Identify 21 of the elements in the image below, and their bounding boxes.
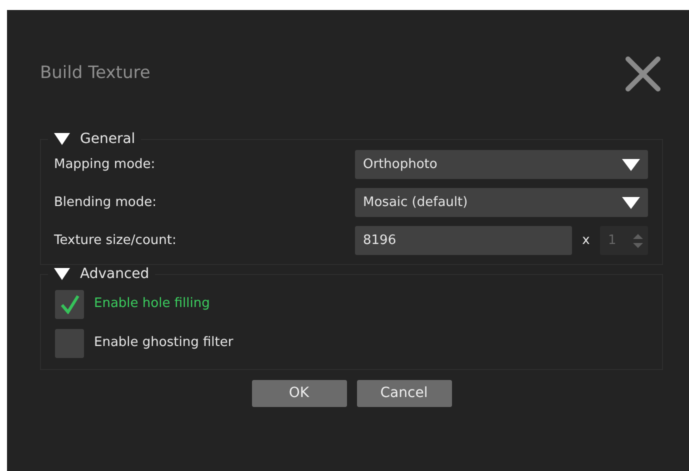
checkbox-label: Enable ghosting filter [94, 334, 234, 352]
dialog-title: Build Texture [40, 62, 150, 86]
checkbox[interactable] [55, 290, 84, 318]
text-field[interactable]: 8196 [355, 226, 572, 255]
field-label: Texture size/count: [54, 232, 178, 250]
field-label: Blending mode: [54, 194, 158, 212]
field-label: Mapping mode: [54, 156, 156, 174]
group-title: General [80, 130, 136, 148]
group-title: Advanced [80, 265, 150, 283]
checkbox-label: Enable hole filling [94, 295, 210, 314]
dropdown[interactable]: Orthophoto [355, 150, 648, 179]
ok-button[interactable]: OK [252, 380, 346, 407]
expand-toggle-icon[interactable] [54, 268, 70, 280]
close-button[interactable] [623, 54, 663, 94]
dropdown-arrow-icon [622, 196, 640, 208]
dropdown[interactable]: Mosaic (default) [355, 188, 648, 217]
dropdown-arrow-icon [622, 158, 640, 170]
cancel-button[interactable]: Cancel [356, 380, 452, 407]
multiply-label: x [581, 232, 591, 250]
expand-toggle-icon[interactable] [54, 133, 70, 145]
checkbox[interactable] [55, 328, 84, 358]
